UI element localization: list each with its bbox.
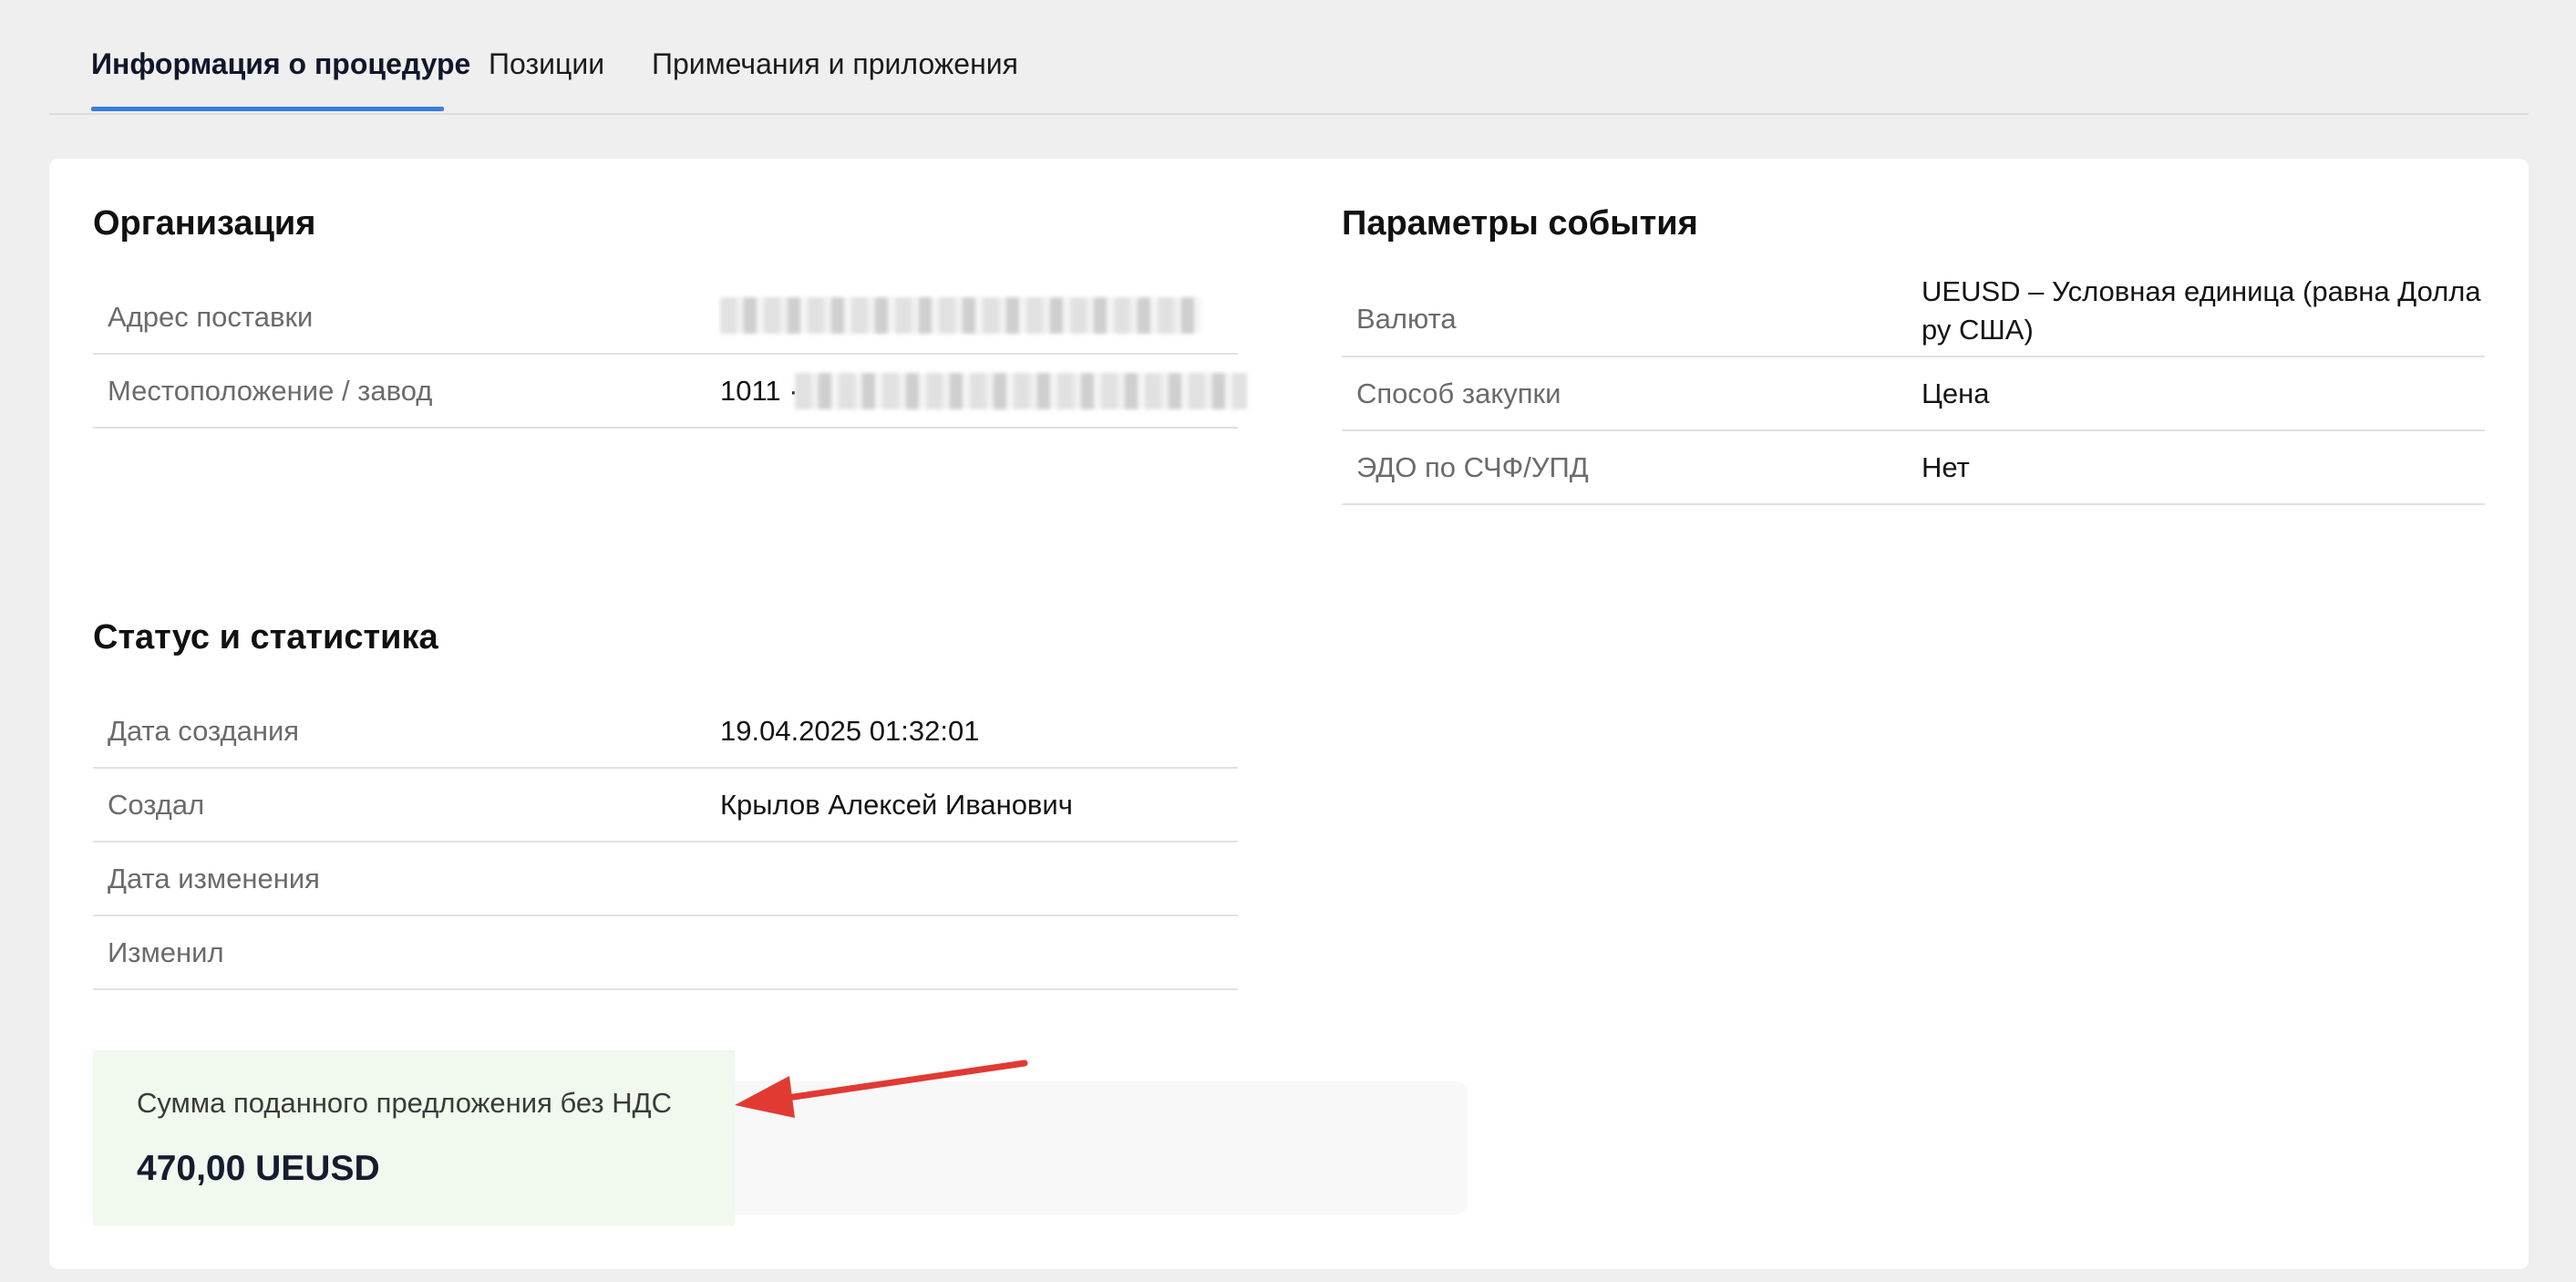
edo-label: ЭДО по СЧФ/УПД	[1356, 451, 1589, 483]
currency-value-line1: UEUSD – Условная единица (равна Долла	[1922, 275, 2481, 307]
offer-sum-label: Сумма поданного предложения без НДС	[137, 1087, 673, 1119]
created-date-label: Дата создания	[108, 715, 300, 747]
purchase-method-label: Способ закупки	[1356, 377, 1561, 409]
row-modified-date: Дата изменения	[93, 843, 1238, 916]
delivery-address-label: Адрес поставки	[108, 301, 314, 333]
location-plant-value: 1011 ·	[720, 375, 799, 407]
status-title: Статус и статистика	[93, 618, 438, 657]
active-tab-indicator	[91, 107, 444, 111]
row-modified-by: Изменил	[93, 916, 1238, 990]
row-location-plant: Местоположение / завод 1011 ·	[93, 355, 1247, 429]
event-params-title: Параметры события	[1342, 204, 1698, 243]
edo-value: Нет	[1922, 451, 1970, 483]
location-plant-redacted	[795, 373, 1247, 409]
created-by-label: Создал	[108, 789, 205, 821]
purchase-method-value: Цена	[1922, 377, 1990, 409]
delivery-address-redacted	[720, 297, 1201, 334]
currency-value-line2: ру США)	[1922, 314, 2034, 346]
modified-by-label: Изменил	[108, 936, 224, 968]
tab-procedure-info[interactable]: Информация о процедуре	[91, 47, 470, 81]
tab-bar: Информация о процедуре Позиции Примечани…	[49, 0, 2529, 115]
offer-sum-panel: Сумма поданного предложения без НДС 470,…	[93, 1050, 735, 1225]
row-currency: Валюта UEUSD – Условная единица (равна Д…	[1342, 275, 2485, 357]
organization-title: Организация	[93, 204, 316, 243]
created-date-value: 19.04.2025 01:32:01	[720, 715, 980, 747]
row-edo: ЭДО по СЧФ/УПД Нет	[1342, 431, 2485, 505]
faded-overlay	[633, 1081, 1468, 1215]
tab-positions[interactable]: Позиции	[489, 47, 604, 81]
offer-sum-value: 470,00 UEUSD	[137, 1149, 380, 1188]
procedure-info-card: Организация Адрес поставки Местоположени…	[49, 159, 2529, 1269]
row-created-by: Создал Крылов Алексей Иванович	[93, 769, 1238, 843]
row-purchase-method: Способ закупки Цена	[1342, 357, 2485, 431]
row-delivery-address: Адрес поставки	[93, 281, 1238, 355]
modified-date-label: Дата изменения	[108, 863, 320, 894]
tab-notes-attachments[interactable]: Примечания и приложения	[652, 47, 1018, 81]
currency-label: Валюта	[1356, 303, 1457, 335]
location-plant-label: Местоположение / завод	[108, 375, 433, 407]
row-created-date: Дата создания 19.04.2025 01:32:01	[93, 695, 1238, 769]
created-by-value: Крылов Алексей Иванович	[720, 789, 1073, 821]
